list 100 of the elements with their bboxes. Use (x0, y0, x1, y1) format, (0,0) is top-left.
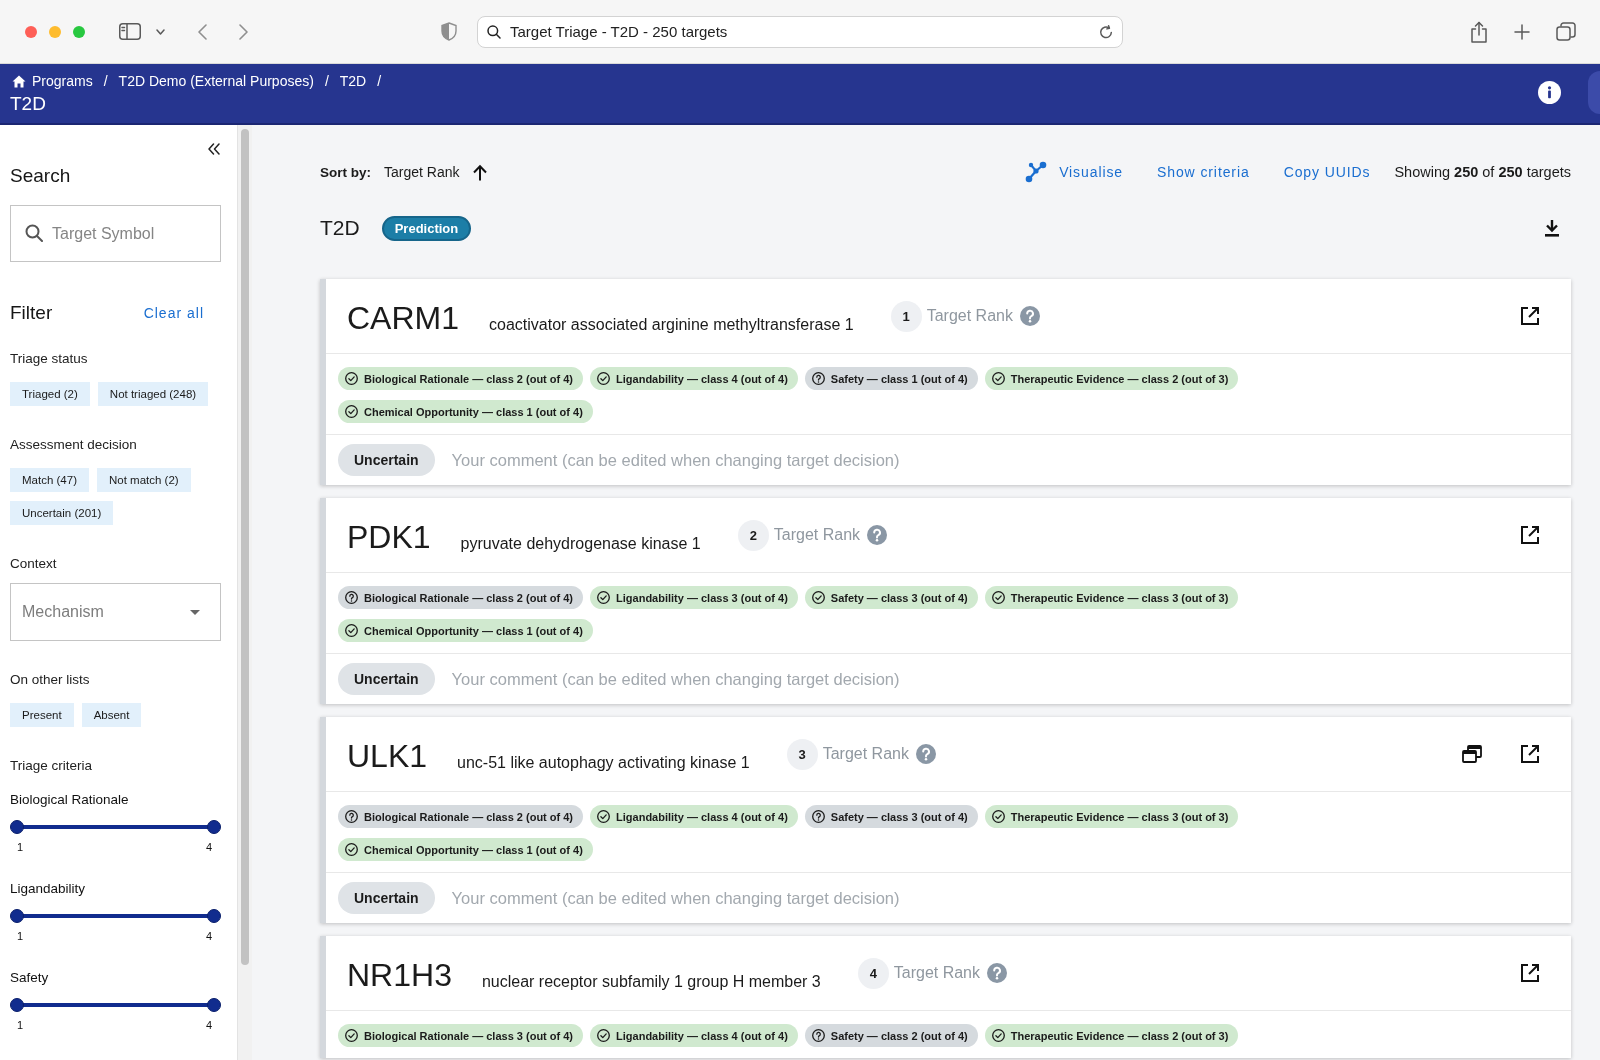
slider-max-label: 4 (205, 929, 212, 943)
criterion-label: Therapeutic Evidence — class 2 (out of 3) (1010, 1029, 1229, 1042)
info-icon[interactable] (1538, 81, 1561, 104)
back-icon[interactable] (198, 23, 207, 40)
collapse-icon[interactable] (208, 143, 220, 155)
search-field[interactable]: Target Symbol (10, 205, 221, 262)
filter-chip[interactable]: Match (47) (10, 468, 89, 492)
tabs-icon[interactable] (1556, 21, 1576, 42)
target-symbol: NR1H3 (347, 956, 452, 995)
slider-label: Biological Rationale (10, 791, 130, 809)
help-icon[interactable] (987, 963, 1007, 983)
range-slider[interactable] (10, 820, 221, 834)
filter-chip[interactable]: Not match (2) (96, 468, 191, 492)
shield-icon[interactable] (441, 22, 457, 41)
search-icon (487, 24, 501, 39)
slider-thumb[interactable] (10, 909, 24, 923)
filter-chip[interactable]: Absent (81, 703, 142, 727)
target-name: coactivator associated arginine methyltransferase 1 (489, 314, 854, 334)
check-circle-icon (991, 1029, 1005, 1042)
caret-down-icon (190, 609, 200, 615)
download-icon[interactable] (1544, 219, 1560, 237)
slider-thumb[interactable] (10, 998, 24, 1012)
filter-chip[interactable]: Present (10, 703, 74, 727)
chevron-down-icon[interactable] (156, 28, 165, 35)
rank-number: 2 (737, 519, 769, 551)
slider-thumb[interactable] (207, 998, 221, 1012)
slider-thumb[interactable] (207, 909, 221, 923)
address-bar[interactable]: Target Triage - T2D - 250 targets (477, 15, 1123, 48)
scrollbar-thumb[interactable] (241, 129, 249, 965)
question-circle-icon (811, 1029, 825, 1042)
check-circle-icon (991, 372, 1005, 385)
share-icon[interactable] (1470, 20, 1488, 43)
target-name: unc-51 like autophagy activating kinase 1 (457, 752, 750, 772)
comment-field[interactable]: Your comment (can be edited when changing target decision) (451, 448, 1551, 472)
filter-group-title: Assessment decision (10, 436, 138, 454)
check-circle-icon (597, 1029, 611, 1042)
toolbar-link[interactable]: Visualise (1025, 161, 1123, 183)
target-name: nuclear receptor subfamily 1 group H member 3 (481, 971, 821, 991)
search-heading: Search (10, 164, 72, 188)
check-circle-icon (345, 624, 358, 637)
rank-label: Target Rank (893, 964, 980, 982)
rank-label: Target Rank (822, 745, 909, 763)
breadcrumb-link[interactable]: T2D Demo (External Purposes) (118, 73, 314, 89)
list-type-badge: Prediction (381, 215, 472, 241)
window-close-icon[interactable] (25, 25, 37, 38)
context-select[interactable]: Mechanism (10, 583, 221, 641)
list-title: T2D (320, 216, 360, 240)
criterion-label: Ligandability — class 4 (out of 4) (616, 372, 788, 385)
forward-icon[interactable] (239, 23, 248, 40)
stacked-windows-icon[interactable] (1462, 745, 1482, 763)
criterion-label: Therapeutic Evidence — class 3 (out of 3) (1010, 591, 1229, 604)
decision-button[interactable]: Uncertain (338, 882, 435, 914)
plus-icon[interactable] (1514, 23, 1530, 40)
help-icon[interactable] (867, 525, 888, 545)
sidebar-icon[interactable] (119, 23, 141, 40)
help-icon[interactable] (915, 744, 936, 764)
help-icon[interactable] (1019, 306, 1040, 326)
criterion-label: Chemical Opportunity — class 1 (out of 4) (364, 843, 583, 856)
target-name: pyruvate dehydrogenase kinase 1 (460, 533, 701, 553)
question-circle-icon (345, 810, 358, 823)
range-slider[interactable] (10, 909, 221, 923)
home-icon[interactable] (12, 74, 26, 88)
decision-button[interactable]: Uncertain (338, 663, 435, 695)
reload-icon[interactable] (1099, 24, 1113, 39)
check-circle-icon (597, 372, 611, 385)
target-symbol: ULK1 (347, 737, 428, 776)
filter-chip[interactable]: Not triaged (248) (97, 382, 209, 406)
slider-min-label: 1 (17, 840, 24, 854)
search-icon (25, 224, 43, 242)
criterion-label: Therapeutic Evidence — class 2 (out of 3) (1010, 372, 1229, 385)
decision-button[interactable]: Uncertain (338, 444, 435, 476)
open-external-icon[interactable] (1520, 963, 1540, 983)
criterion-label: Therapeutic Evidence — class 3 (out of 3) (1010, 810, 1229, 823)
arrow-up-icon[interactable] (472, 163, 487, 181)
slider-thumb[interactable] (207, 820, 221, 834)
rank-number: 4 (857, 957, 889, 989)
target-symbol: PDK1 (347, 518, 431, 557)
breadcrumb-link[interactable]: Programs (32, 73, 93, 89)
range-slider[interactable] (10, 998, 221, 1012)
criterion-label: Ligandability — class 3 (out of 4) (616, 591, 788, 604)
clear-all-link[interactable]: Clear all (143, 305, 204, 321)
open-external-icon[interactable] (1520, 306, 1540, 326)
criterion-label: Biological Rationale — class 3 (out of 4) (364, 1029, 574, 1042)
filter-chip[interactable]: Uncertain (201) (10, 501, 114, 525)
result-count: Showing 250 of 250 targets (1394, 164, 1571, 180)
breadcrumb-link[interactable]: T2D (339, 73, 367, 89)
breadcrumb-separator: / (103, 73, 108, 89)
check-circle-icon (597, 810, 611, 823)
open-external-icon[interactable] (1520, 525, 1540, 545)
toolbar-link[interactable]: Copy UUIDs (1283, 164, 1371, 180)
filter-chip[interactable]: Triaged (2) (10, 382, 90, 406)
comment-field[interactable]: Your comment (can be edited when changing target decision) (451, 886, 1551, 910)
open-external-icon[interactable] (1520, 744, 1540, 764)
criterion-label: Safety — class 2 (out of 4) (830, 1029, 968, 1042)
comment-field[interactable]: Your comment (can be edited when changing target decision) (451, 667, 1551, 691)
sort-value[interactable]: Target Rank (384, 164, 460, 180)
toolbar-link[interactable]: Show criteria (1157, 164, 1250, 180)
filter-group-title: Triage status (10, 350, 89, 368)
slider-thumb[interactable] (10, 820, 24, 834)
filter-heading: Filter (10, 301, 53, 325)
